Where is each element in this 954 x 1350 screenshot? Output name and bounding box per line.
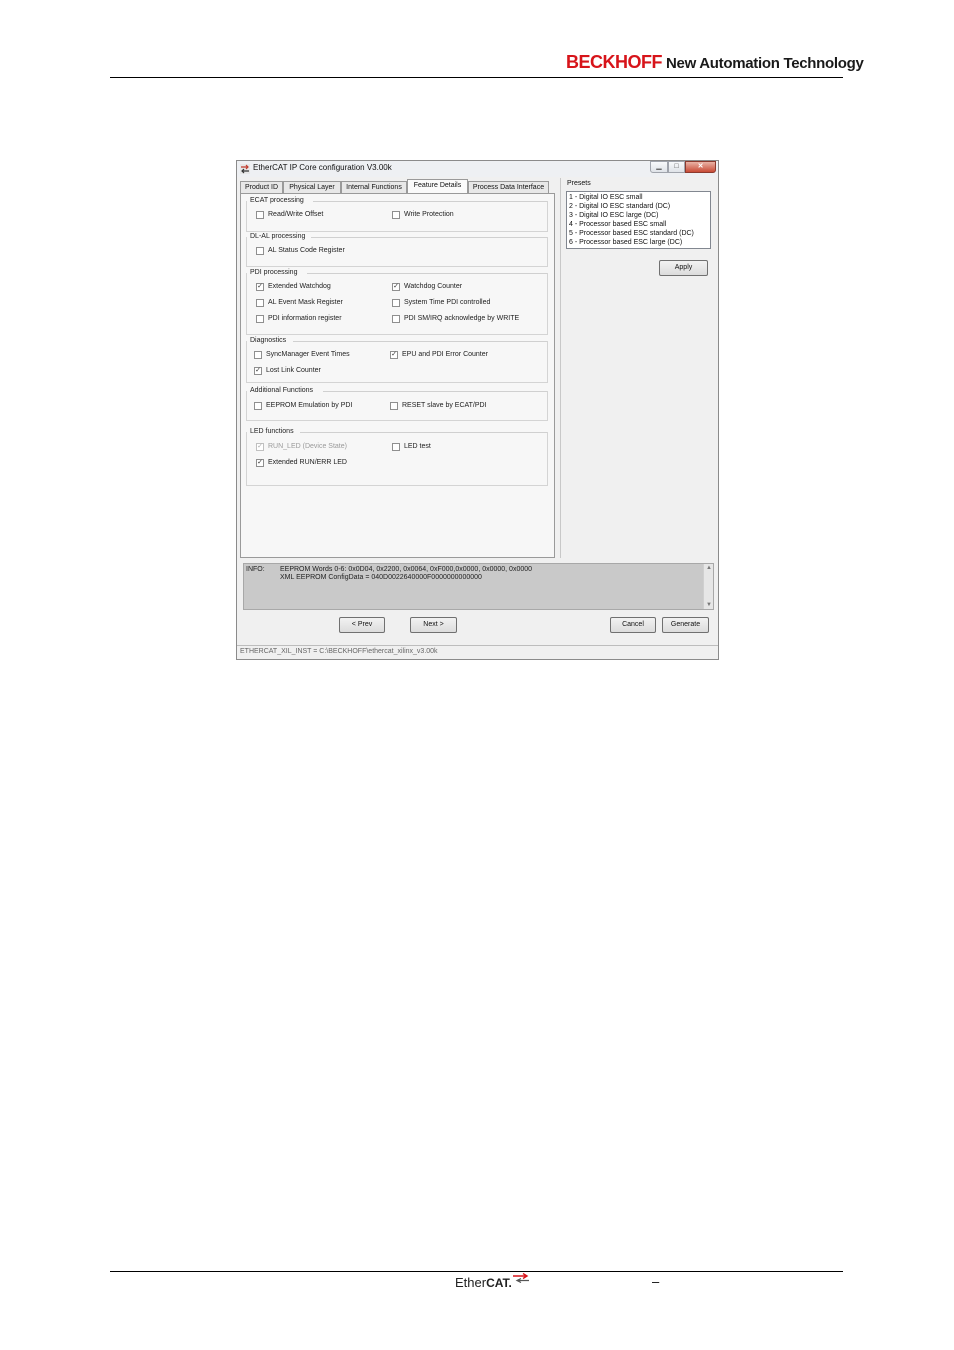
- brand-name: BECKHOFF: [566, 52, 663, 72]
- preset-item[interactable]: 3 - Digital IO ESC large (DC): [569, 211, 708, 220]
- checkbox-box[interactable]: [392, 443, 400, 451]
- footer-dash: –: [652, 1274, 660, 1289]
- checkbox-box[interactable]: ✓: [254, 367, 262, 375]
- preset-item[interactable]: 4 - Processor based ESC small: [569, 220, 708, 229]
- ethercat-logo: EtherCAT.: [455, 1275, 512, 1290]
- tab-feature-details[interactable]: Feature Details: [407, 179, 468, 193]
- checkbox-box[interactable]: [256, 211, 264, 219]
- window-controls: ▁ □ ✕: [650, 161, 716, 173]
- info-xml-config-data: XML EEPROM ConfigData = 040D0022640000F0…: [280, 574, 482, 581]
- checkbox-box[interactable]: [390, 402, 398, 410]
- feature-details-panel: ECAT processing Read/Write Offset Write …: [240, 193, 555, 558]
- cancel-button[interactable]: Cancel: [610, 617, 656, 633]
- checkbox-box[interactable]: [256, 247, 264, 255]
- minimize-button[interactable]: ▁: [650, 161, 668, 173]
- info-output: INFO: EEPROM Words 0-6: 0x0D04, 0x2200, …: [243, 563, 714, 610]
- preset-item[interactable]: 6 - Processor based ESC large (DC): [569, 238, 708, 247]
- status-bar: ETHERCAT_XIL_INST = C:\BECKHOFF\ethercat…: [237, 645, 718, 659]
- logo-cat: CAT.: [486, 1276, 512, 1290]
- checkbox-box[interactable]: [392, 299, 400, 307]
- status-text: ETHERCAT_XIL_INST = C:\BECKHOFF\ethercat…: [240, 648, 438, 655]
- maximize-button[interactable]: □: [668, 161, 685, 173]
- group-frame: [246, 341, 548, 383]
- checkbox-box[interactable]: ✓: [390, 351, 398, 359]
- checkbox-box[interactable]: [254, 351, 262, 359]
- brand-slogan: New Automation Technology: [666, 55, 864, 72]
- checkbox-box[interactable]: [392, 315, 400, 323]
- beckhoff-logo: BECKHOFF New Automation Technology: [566, 52, 864, 73]
- apply-button[interactable]: Apply: [659, 260, 708, 276]
- ethercat-config-window: EtherCAT IP Core configuration V3.00k ▁ …: [236, 160, 719, 660]
- window-title: EtherCAT IP Core configuration V3.00k: [253, 163, 392, 172]
- generate-button[interactable]: Generate: [662, 617, 709, 633]
- checkbox-box[interactable]: [256, 315, 264, 323]
- header-rule: [110, 77, 843, 78]
- checkbox-box[interactable]: [254, 402, 262, 410]
- title-bar: EtherCAT IP Core configuration V3.00k ▁ …: [237, 161, 718, 177]
- footer-rule: [110, 1271, 843, 1272]
- prev-button[interactable]: < Prev: [339, 617, 385, 633]
- app-icon: [240, 164, 250, 174]
- preset-item[interactable]: 5 - Processor based ESC standard (DC): [569, 229, 708, 238]
- tab-internal-functions[interactable]: Internal Functions: [341, 181, 407, 193]
- checkbox-box[interactable]: ✓: [392, 283, 400, 291]
- checkbox-box[interactable]: ✓: [256, 459, 264, 467]
- checkbox-box: ✓: [256, 443, 264, 451]
- ethercat-arrow-icon: [513, 1273, 529, 1283]
- presets-panel: Presets 1 - Digital IO ESC small 2 - Dig…: [560, 178, 717, 558]
- next-button[interactable]: Next >: [410, 617, 457, 633]
- tab-product-id[interactable]: Product ID: [240, 181, 283, 193]
- tab-process-data-interface[interactable]: Process Data Interface: [468, 181, 549, 193]
- presets-title: Presets: [567, 180, 591, 187]
- scroll-down-icon[interactable]: ▼: [705, 601, 713, 609]
- scroll-up-icon[interactable]: ▲: [705, 564, 713, 572]
- checkbox-box[interactable]: [256, 299, 264, 307]
- tab-physical-layer[interactable]: Physical Layer: [283, 181, 341, 193]
- preset-item[interactable]: 1 - Digital IO ESC small: [569, 193, 708, 202]
- preset-item[interactable]: 2 - Digital IO ESC standard (DC): [569, 202, 708, 211]
- info-eeprom-words: EEPROM Words 0-6: 0x0D04, 0x2200, 0x0064…: [280, 566, 533, 573]
- info-scrollbar[interactable]: ▲ ▼: [703, 564, 713, 609]
- presets-list[interactable]: 1 - Digital IO ESC small 2 - Digital IO …: [566, 191, 711, 249]
- logo-ether: Ether: [455, 1275, 487, 1290]
- checkbox-box[interactable]: ✓: [256, 283, 264, 291]
- checkbox-box[interactable]: [392, 211, 400, 219]
- info-label: INFO:: [246, 566, 265, 573]
- close-button[interactable]: ✕: [685, 161, 716, 173]
